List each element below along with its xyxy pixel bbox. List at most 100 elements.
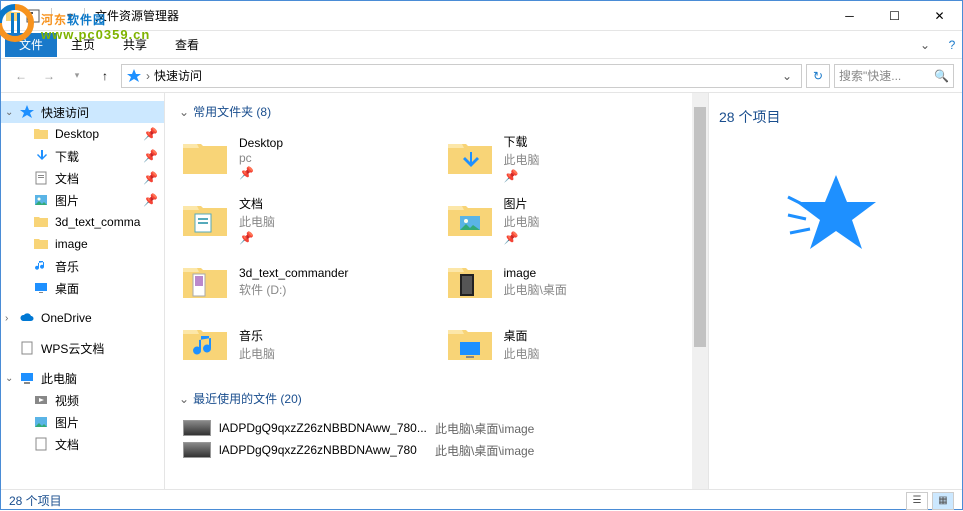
sidebar-item-pictures[interactable]: 图片📌 <box>1 189 164 211</box>
recent-file-item[interactable]: lADPDgQ9qxzZ26zNBBDNAww_780 此电脑\桌面\image <box>179 439 704 461</box>
folder-icon <box>181 322 229 366</box>
file-thumbnail <box>183 420 211 436</box>
icons-view-button[interactable]: ▦ <box>932 492 954 510</box>
picture-icon <box>33 192 49 208</box>
ribbon: 文件 主页 共享 查看 ⌄ ? <box>1 31 962 59</box>
close-button[interactable]: ✕ <box>917 1 962 31</box>
tab-share[interactable]: 共享 <box>109 32 161 57</box>
file-path: 此电脑\桌面\image <box>435 442 534 459</box>
folder-icon <box>5 8 21 24</box>
sidebar-item-image[interactable]: image <box>1 233 164 255</box>
folder-name: 3d_text_commander <box>239 266 348 280</box>
folder-item[interactable]: 下载 此电脑 📌 <box>444 130 705 186</box>
folder-icon <box>181 136 229 180</box>
pin-icon: 📌 <box>143 127 158 141</box>
chevron-down-icon[interactable]: ⌄ <box>5 107 13 118</box>
sidebar-item-label: WPS云文档 <box>41 340 104 357</box>
folder-location: 此电脑 <box>504 151 540 168</box>
refresh-button[interactable]: ↻ <box>806 64 830 88</box>
download-icon <box>33 148 49 164</box>
sidebar-pc-pictures[interactable]: 图片 <box>1 411 164 433</box>
breadcrumb[interactable]: 快速访问 <box>154 67 202 84</box>
star-icon <box>19 104 35 120</box>
address-dropdown-icon[interactable]: ⌄ <box>777 69 797 83</box>
recent-files-header[interactable]: ⌄ 最近使用的文件 (20) <box>179 390 704 407</box>
address-bar[interactable]: › 快速访问 ⌄ <box>121 64 802 88</box>
statusbar: 28 个项目 ☰ ▦ <box>1 489 962 511</box>
sidebar-item-desktop[interactable]: Desktop 📌 <box>1 123 164 145</box>
help-icon[interactable]: ? <box>942 38 962 52</box>
folder-name: 下载 <box>504 133 540 150</box>
cloud-icon <box>19 310 35 326</box>
search-input[interactable]: 搜索"快速... 🔍 <box>834 64 954 88</box>
sidebar-item-music[interactable]: 音乐 <box>1 255 164 277</box>
folder-location: pc <box>239 151 283 165</box>
pin-icon: 📌 <box>143 149 158 163</box>
folder-icon <box>446 260 494 304</box>
sidebar-wps[interactable]: WPS云文档 <box>1 337 164 359</box>
folder-item[interactable]: 桌面 此电脑 <box>444 316 705 372</box>
navbar: ← → ▾ ↑ › 快速访问 ⌄ ↻ 搜索"快速... 🔍 <box>1 59 962 93</box>
section-title: 最近使用的文件 (20) <box>193 390 302 407</box>
qat-dropdown-icon[interactable]: ▾ <box>62 8 78 24</box>
folder-item[interactable]: Desktop pc 📌 <box>179 130 440 186</box>
sidebar: ⌄ 快速访问 Desktop📌 下载📌 文档📌 图片📌 3d_text_comm… <box>1 93 165 489</box>
folder-item[interactable]: 文档 此电脑 📌 <box>179 192 440 248</box>
sidebar-quick-access[interactable]: ⌄ 快速访问 <box>1 101 164 123</box>
folder-icon <box>181 260 229 304</box>
sidebar-item-desktop2[interactable]: 桌面 <box>1 277 164 299</box>
sidebar-item-label: 快速访问 <box>41 104 89 121</box>
properties-icon[interactable] <box>25 8 41 24</box>
file-thumbnail <box>183 442 211 458</box>
chevron-down-icon[interactable]: ⌄ <box>5 373 13 384</box>
sidebar-onedrive[interactable]: ›OneDrive <box>1 307 164 329</box>
folder-icon <box>33 126 49 142</box>
details-view-button[interactable]: ☰ <box>906 492 928 510</box>
recent-file-item[interactable]: lADPDgQ9qxzZ26zNBBDNAww_780... 此电脑\桌面\im… <box>179 417 704 439</box>
sidebar-item-documents[interactable]: 文档📌 <box>1 167 164 189</box>
recent-dropdown[interactable]: ▾ <box>65 64 89 88</box>
search-icon: 🔍 <box>934 69 949 83</box>
up-button[interactable]: ↑ <box>93 64 117 88</box>
folder-item[interactable]: 音乐 此电脑 <box>179 316 440 372</box>
sidebar-item-downloads[interactable]: 下载📌 <box>1 145 164 167</box>
scrollbar[interactable] <box>692 93 708 489</box>
forward-button[interactable]: → <box>37 64 61 88</box>
maximize-button[interactable]: ☐ <box>872 1 917 31</box>
tab-view[interactable]: 查看 <box>161 32 213 57</box>
frequent-folders-header[interactable]: ⌄ 常用文件夹 (8) <box>179 103 704 120</box>
sidebar-pc-videos[interactable]: 视频 <box>1 389 164 411</box>
folder-name: 图片 <box>504 195 540 212</box>
document-icon <box>33 436 49 452</box>
pin-icon: 📌 <box>143 193 158 207</box>
folder-item[interactable]: image 此电脑\桌面 <box>444 254 705 310</box>
folder-icon <box>446 198 494 242</box>
minimize-button[interactable]: ─ <box>827 1 872 31</box>
sidebar-item-label: Desktop <box>55 127 99 141</box>
preview-pane: 28 个项目 <box>708 93 962 489</box>
sidebar-this-pc[interactable]: ⌄此电脑 <box>1 367 164 389</box>
folder-icon <box>446 136 494 180</box>
pin-icon: 📌 <box>239 166 283 180</box>
chevron-down-icon: ⌄ <box>179 392 189 406</box>
sidebar-item-3dtext[interactable]: 3d_text_comma <box>1 211 164 233</box>
wps-icon <box>19 340 35 356</box>
back-button[interactable]: ← <box>9 64 33 88</box>
ribbon-expand-icon[interactable]: ⌄ <box>920 38 930 52</box>
chevron-right-icon[interactable]: › <box>5 313 8 324</box>
sidebar-item-label: image <box>55 237 88 251</box>
status-text: 28 个项目 <box>9 492 62 509</box>
quick-access-star-icon <box>719 167 952 267</box>
folder-item[interactable]: 3d_text_commander 软件 (D:) <box>179 254 440 310</box>
sidebar-item-label: 桌面 <box>55 280 79 297</box>
scrollbar-thumb[interactable] <box>694 107 706 347</box>
sidebar-item-label: 图片 <box>55 414 79 431</box>
folder-icon <box>446 322 494 366</box>
file-tab[interactable]: 文件 <box>5 33 57 57</box>
tab-home[interactable]: 主页 <box>57 32 109 57</box>
folder-location: 此电脑 <box>504 345 540 362</box>
sidebar-pc-documents[interactable]: 文档 <box>1 433 164 455</box>
section-title: 常用文件夹 (8) <box>193 103 271 120</box>
folder-item[interactable]: 图片 此电脑 📌 <box>444 192 705 248</box>
sidebar-item-label: 3d_text_comma <box>55 215 140 229</box>
